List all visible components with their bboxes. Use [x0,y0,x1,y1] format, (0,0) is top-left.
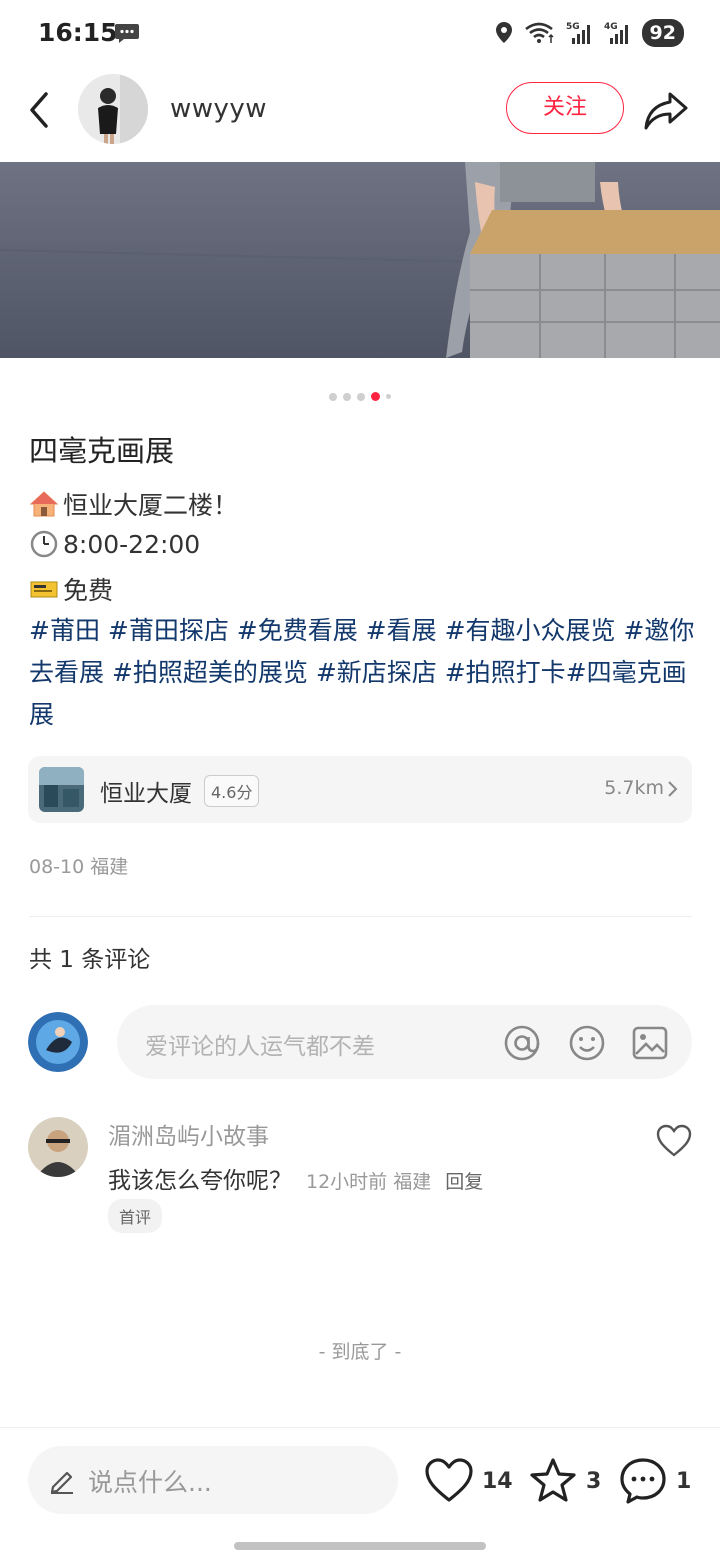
bottom-comment-input[interactable]: 说点什么... [28,1446,398,1514]
comment-icon [620,1458,666,1504]
post-hours-line: 8:00-22:00 [29,529,200,559]
pencil-icon [50,1471,73,1494]
location-photo [39,767,84,812]
heart-icon [425,1458,473,1502]
comment-action[interactable]: 1 [618,1454,691,1508]
comment-meta: 12小时前 福建 [306,1171,432,1193]
net-5g-label: 5G [566,22,580,32]
post-photo [0,162,720,358]
comment-body: 我该怎么夸你呢？ 12小时前 福建 回复 [108,1161,483,1195]
comment-placeholder: 爱评论的人运气都不差 [145,1034,375,1060]
comment-total: 1 [676,1468,692,1494]
author-avatar[interactable] [78,74,148,144]
signal-4g-icon: 4G [604,22,628,44]
carousel-dot [386,394,391,399]
signal-5g-icon: 5G [566,22,590,44]
post-header: wwyyw 关注 [0,66,720,162]
end-of-list: - 到底了 - [318,1341,402,1363]
like-action[interactable]: 14 [424,1454,513,1508]
location-icon [495,22,512,43]
post-image[interactable] [0,162,720,358]
my-avatar-image [28,1012,88,1072]
first-comment-badge: 首评 [108,1199,163,1233]
carousel-dot [343,392,351,401]
net-4g-label: 4G [604,22,618,32]
my-avatar [28,1012,88,1072]
location-score: 4.6分 [204,775,260,807]
post-title: 四毫克画展 [29,434,175,468]
comment-like-icon[interactable] [656,1124,692,1158]
collect-count: 3 [586,1468,602,1494]
bottom-placeholder: 说点什么... [88,1468,212,1497]
post-price-text: 免费 [63,576,114,605]
home-indicator[interactable] [234,1542,486,1550]
battery-indicator: 92 [641,19,684,47]
location-distance: 5.7km [604,777,664,799]
status-icons: 5G 4G 92 [494,18,684,48]
wifi-icon [524,22,554,43]
comment-text: 我该怎么夸你呢？ [108,1168,292,1194]
status-time: 16:15 [38,18,118,47]
post-price-line: 免费 [29,571,113,607]
like-count: 14 [482,1468,513,1494]
ticket-icon [30,581,58,598]
post-hours-text: 8:00-22:00 [63,529,201,559]
location-card[interactable]: 恒业大厦 4.6分 5.7km [28,756,692,823]
comment-count: 共 1 条评论 [29,947,151,973]
post-hashtags[interactable]: #莆田 #莆田探店 #免费看展 #看展 #有趣小众展览 #邀你去看展 #拍照超美… [29,610,699,736]
commenter-name[interactable]: 湄洲岛屿小故事 [108,1117,269,1151]
comment-input[interactable]: 爱评论的人运气都不差 [117,1005,692,1079]
commenter-avatar-image [28,1117,88,1177]
share-icon[interactable] [642,88,690,132]
location-thumbnail [39,767,84,812]
post-address-text: 恒业大厦二楼！ [63,491,239,520]
mention-icon[interactable] [503,1024,541,1062]
section-divider [29,916,692,917]
image-icon[interactable] [631,1024,669,1062]
status-bar: 16:15 5G 4G 92 [0,0,720,66]
collect-action[interactable]: 3 [528,1454,601,1508]
commenter-avatar[interactable] [28,1117,88,1177]
carousel-dot [357,392,365,401]
house-icon [29,491,59,517]
star-icon [530,1458,576,1502]
message-icon [115,24,139,43]
carousel-indicator [0,392,720,401]
author-username[interactable]: wwyyw [170,94,267,124]
carousel-dot [371,392,380,401]
chevron-right-icon [668,781,678,797]
post-address-line: 恒业大厦二楼！ [29,486,238,522]
emoji-icon[interactable] [568,1024,606,1062]
reply-button[interactable]: 回复 [445,1167,483,1194]
bottom-divider [0,1427,720,1428]
avatar-image [78,74,148,144]
post-date: 08-10 福建 [29,856,129,878]
clock-icon [30,530,58,558]
carousel-dot [329,392,337,401]
follow-button[interactable]: 关注 [506,82,624,134]
back-icon[interactable] [22,88,56,132]
location-name: 恒业大厦 [100,781,192,807]
